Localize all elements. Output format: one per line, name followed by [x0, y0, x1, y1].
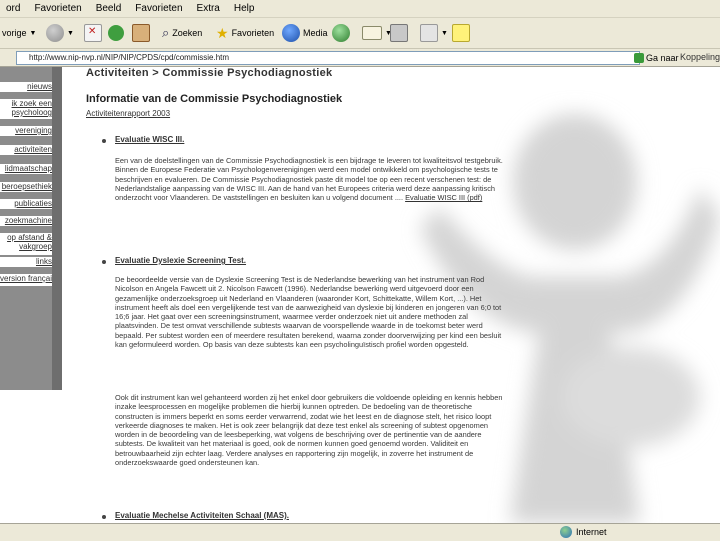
sidebar-item-activities[interactable]: activiteiten — [0, 145, 54, 155]
mail-icon — [362, 26, 382, 40]
report-link[interactable]: Activiteitenrapport 2003 — [86, 109, 170, 118]
section-title-dyslexie[interactable]: Evaluatie Dyslexie Screening Test. — [115, 256, 246, 265]
sidebar-item-french[interactable]: version française — [0, 274, 52, 286]
sidebar-item-association[interactable]: vereniging — [0, 126, 54, 136]
sidebar-divider — [0, 214, 54, 215]
edit-button[interactable]: ▼ — [420, 22, 448, 44]
page-content: nieuws ik zoek een psycholoog vereniging… — [0, 67, 720, 523]
menu-item-favorites[interactable]: Favorieten — [129, 3, 190, 14]
section-paragraph: Een van de doelstellingen van de Commiss… — [115, 156, 503, 202]
sidebar-item-search[interactable]: zoekmachine — [0, 216, 54, 226]
sidebar-item-links[interactable]: links — [0, 257, 54, 267]
toolbar: vorige ▼ ▼ ✕ ⌕ Zoeken ★ Favorieten Media… — [0, 18, 720, 49]
mail-button[interactable]: ▼ — [362, 22, 392, 44]
back-button[interactable]: vorige ▼ — [2, 22, 36, 44]
media-label: Media — [303, 28, 328, 38]
address-input[interactable]: http://www.nip-nvp.nl/NIP/NIP/CPDS/cpd/c… — [16, 51, 640, 65]
home-icon — [132, 24, 150, 42]
address-bar: http://www.nip-nvp.nl/NIP/NIP/CPDS/cpd/c… — [0, 49, 720, 67]
zone-label: Internet — [576, 527, 607, 537]
history-button[interactable] — [332, 22, 350, 44]
go-label: Ga naar — [646, 52, 679, 63]
site-banner-title: Activiteiten > Commissie Psychodiagnosti… — [86, 67, 333, 79]
menu-item-tools[interactable]: Extra — [191, 3, 228, 14]
bullet-icon — [102, 260, 106, 264]
stop-icon: ✕ — [84, 24, 102, 42]
home-button[interactable] — [132, 22, 150, 44]
forward-arrow-icon — [46, 24, 64, 42]
dropdown-arrow-icon[interactable]: ▼ — [441, 30, 448, 37]
status-bar: Internet — [0, 523, 720, 541]
forward-button[interactable]: ▼ — [46, 22, 74, 44]
section-title-mas[interactable]: Evaluatie Mechelse Activiteiten Schaal (… — [115, 511, 289, 520]
menu-item-view[interactable]: Beeld — [90, 3, 130, 14]
menu-item-help[interactable]: Help — [228, 3, 263, 14]
sidebar-item-remote[interactable]: op afstand & vakgroep — [0, 233, 54, 255]
favorites-button[interactable]: ★ Favorieten — [216, 22, 274, 44]
history-icon — [332, 24, 350, 42]
printer-icon — [390, 24, 408, 42]
search-label: Zoeken — [172, 28, 203, 38]
search-button[interactable]: ⌕ Zoeken — [162, 22, 202, 44]
dropdown-arrow-icon[interactable]: ▼ — [30, 30, 37, 37]
sidebar: nieuws ik zoek een psycholoog vereniging… — [0, 67, 62, 390]
ellipsis-text: .... — [394, 193, 404, 203]
back-label: vorige — [2, 28, 27, 38]
favorites-label: Favorieten — [231, 28, 275, 38]
edit-icon — [420, 24, 438, 42]
go-button[interactable]: Ga naar — [634, 51, 679, 64]
print-button[interactable] — [390, 22, 408, 44]
sidebar-item-ethics[interactable]: beroepsethiek — [0, 182, 54, 192]
sidebar-item-membership[interactable]: lidmaatschap — [0, 164, 54, 174]
section-paragraph: De beoordeelde versie van de Dyslexie Sc… — [115, 275, 502, 350]
media-icon — [282, 24, 300, 42]
refresh-icon — [108, 25, 124, 41]
bullet-icon — [102, 139, 106, 143]
menu-item-file[interactable]: ord — [0, 3, 28, 14]
sidebar-item-news[interactable]: nieuws — [0, 82, 54, 92]
menu-bar: ord Favorieten Beeld Favorieten Extra He… — [0, 0, 720, 18]
wisc-document-link[interactable]: Evaluatie WISC III (pdf) — [405, 193, 482, 202]
security-zone: Internet — [560, 526, 607, 538]
note-icon — [452, 24, 470, 42]
sidebar-item-publications[interactable]: publicaties — [0, 199, 54, 209]
search-icon: ⌕ — [162, 25, 170, 40]
bullet-icon — [102, 515, 106, 519]
star-icon: ★ — [216, 24, 229, 41]
section-title-wisc[interactable]: Evaluatie WISC III. — [115, 135, 184, 144]
dropdown-arrow-icon[interactable]: ▼ — [67, 30, 74, 37]
menu-item-edit[interactable]: Favorieten — [28, 3, 89, 14]
page-title: Informatie van de Commissie Psychodiagno… — [86, 93, 343, 105]
stop-button[interactable]: ✕ — [84, 22, 102, 44]
go-arrow-icon — [634, 52, 644, 63]
media-button[interactable]: Media — [282, 22, 328, 44]
refresh-button[interactable] — [108, 22, 124, 44]
address-url: http://www.nip-nvp.nl/NIP/NIP/CPDS/cpd/c… — [29, 53, 230, 62]
messenger-button[interactable] — [452, 22, 470, 44]
sidebar-border — [52, 67, 62, 390]
links-label[interactable]: Koppelingen — [680, 52, 720, 62]
section-paragraph: Ook dit instrument kan wel gehanteerd wo… — [115, 393, 503, 468]
globe-icon — [560, 526, 572, 538]
sidebar-item-find-psychologist[interactable]: ik zoek een psycholoog — [0, 99, 54, 119]
